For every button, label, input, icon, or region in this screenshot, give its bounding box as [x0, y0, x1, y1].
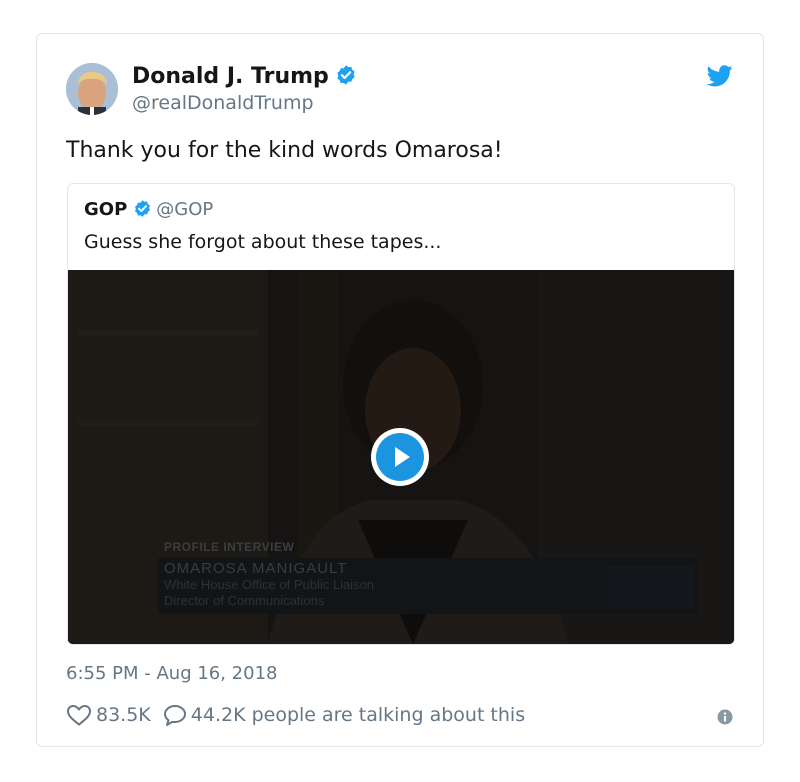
quoted-tweet[interactable]: GOP @GOP Guess she forgot about these ta… [67, 183, 735, 645]
quoted-author-name: GOP [84, 199, 128, 220]
speech-bubble-icon[interactable] [163, 704, 187, 726]
lower-third-name: OMAROSA MANIGAULT [164, 560, 348, 577]
video-lower-third: PROFILE INTERVIEW OMAROSA MANIGAULT Whit… [164, 540, 374, 609]
lower-third-title-2: Director of Communications [164, 593, 325, 608]
video-player[interactable]: PROFILE INTERVIEW OMAROSA MANIGAULT Whit… [68, 270, 734, 644]
tweet-timestamp[interactable]: 6:55 PM - Aug 16, 2018 [66, 663, 278, 684]
lower-third-tag: PROFILE INTERVIEW [164, 540, 295, 554]
embedded-tweet-card: Donald J. Trump @realDonaldTrump Thank y… [36, 33, 764, 747]
author-name[interactable]: Donald J. Trump [132, 64, 357, 89]
play-button[interactable] [371, 428, 429, 486]
avatar-portrait-icon [66, 63, 118, 115]
verified-badge-icon [135, 200, 151, 217]
quoted-tweet-text: Guess she forgot about these tapes... [84, 231, 442, 253]
twitter-bird-icon[interactable] [707, 65, 733, 87]
author-name-text: Donald J. Trump [132, 64, 329, 89]
author-avatar[interactable] [66, 63, 118, 115]
quoted-author[interactable]: GOP @GOP [84, 199, 213, 220]
play-triangle-icon [395, 447, 410, 467]
tweet-text: Thank you for the kind words Omarosa! [66, 138, 503, 163]
quoted-author-handle: @GOP [156, 199, 214, 220]
verified-badge-icon [337, 65, 355, 85]
like-count[interactable]: 83.5K [96, 704, 151, 726]
play-icon [376, 433, 424, 481]
heart-icon[interactable] [66, 704, 92, 726]
info-icon[interactable] [717, 709, 733, 725]
tweet-actions: 83.5K 44.2K people are talking about thi… [66, 704, 525, 726]
author-handle[interactable]: @realDonaldTrump [132, 92, 314, 114]
conversation-link[interactable]: 44.2K people are talking about this [191, 704, 525, 726]
lower-third-title-1: White House Office of Public Liaison [164, 577, 375, 592]
